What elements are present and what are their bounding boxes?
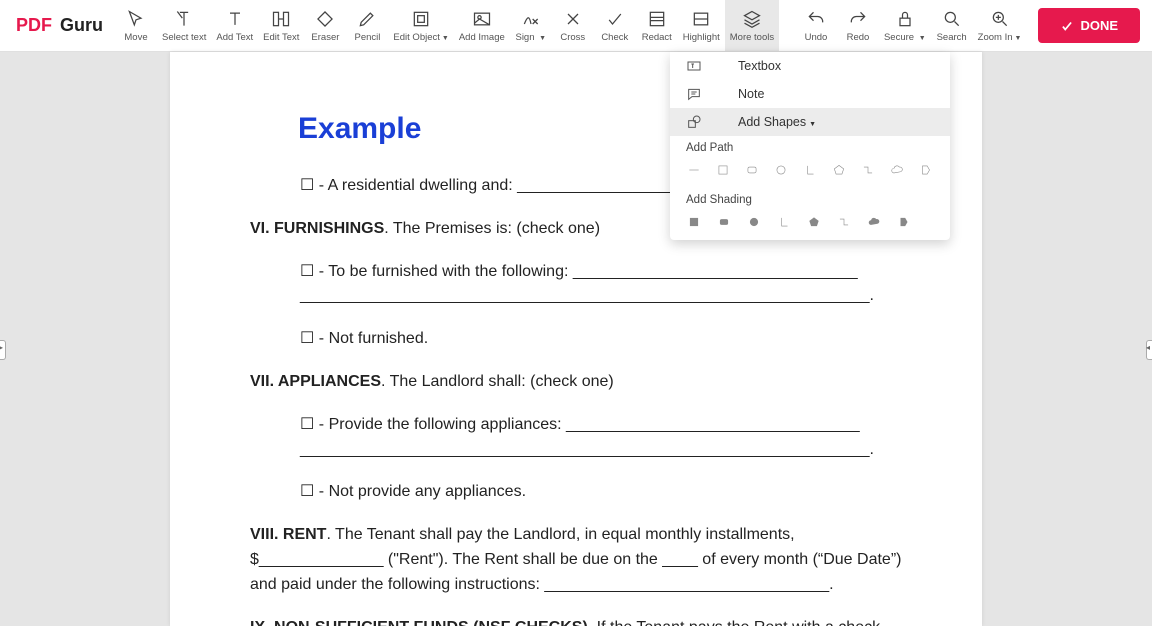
textbox-icon <box>686 58 704 74</box>
layers-icon <box>742 8 762 30</box>
pencil-tool[interactable]: Pencil <box>346 0 388 51</box>
shape-circle[interactable] <box>773 162 788 178</box>
shape-line[interactable] <box>686 162 701 178</box>
shape-zigzag[interactable] <box>861 162 876 178</box>
more-tools-tool[interactable]: More tools <box>725 0 779 51</box>
path-shapes-row <box>670 158 950 188</box>
zoom-tool[interactable]: Zoom In▼ <box>973 0 1027 51</box>
zoom-in-icon <box>990 8 1010 30</box>
doc-line: ☐ - Not furnished. <box>250 327 902 352</box>
logo-text-pdf: PDF <box>16 15 52 36</box>
shade-pentagon[interactable] <box>806 214 822 230</box>
toolbar-right: Undo Redo Secure ▼ Search Zoom In▼ <box>795 0 1026 51</box>
add-text-tool[interactable]: Add Text <box>211 0 258 51</box>
text-icon <box>225 8 245 30</box>
doc-line: ☐ - Provide the following appliances: __… <box>250 413 902 463</box>
highlight-tool[interactable]: Highlight <box>678 0 725 51</box>
edit-object-tool[interactable]: Edit Object▼ <box>388 0 453 51</box>
redact-tool[interactable]: Redact <box>636 0 678 51</box>
text-cursor-icon <box>174 8 194 30</box>
pencil-icon <box>357 8 377 30</box>
shade-square[interactable] <box>686 214 702 230</box>
check-icon <box>605 8 625 30</box>
check-icon <box>1060 19 1074 33</box>
dropdown-textbox[interactable]: Textbox <box>670 52 950 80</box>
app-logo[interactable]: PDF Guru <box>0 0 115 51</box>
image-icon <box>472 8 492 30</box>
edit-text-icon <box>271 8 291 30</box>
shape-square[interactable] <box>715 162 730 178</box>
shade-zigzag[interactable] <box>836 214 852 230</box>
undo-tool[interactable]: Undo <box>795 0 837 51</box>
undo-icon <box>806 8 826 30</box>
right-panel-toggle[interactable]: ◂ <box>1146 340 1152 360</box>
add-image-tool[interactable]: Add Image <box>454 0 510 51</box>
doc-line: ☐ - To be furnished with the following: … <box>250 260 902 310</box>
dropdown-section-add-shading: Add Shading <box>670 188 950 210</box>
shape-pentagon[interactable] <box>832 162 847 178</box>
secure-tool[interactable]: Secure ▼ <box>879 0 931 51</box>
select-text-tool[interactable]: Select text <box>157 0 211 51</box>
cross-tool[interactable]: Cross <box>552 0 594 51</box>
dropdown-section-add-path: Add Path <box>670 136 950 158</box>
shade-polygon[interactable] <box>896 214 912 230</box>
search-tool[interactable]: Search <box>931 0 973 51</box>
search-icon <box>942 8 962 30</box>
highlight-icon <box>691 8 711 30</box>
redo-icon <box>848 8 868 30</box>
cursor-icon <box>126 8 146 30</box>
redo-tool[interactable]: Redo <box>837 0 879 51</box>
shape-rounded-rect[interactable] <box>744 162 759 178</box>
eraser-tool[interactable]: Eraser <box>304 0 346 51</box>
doc-line: VIII. RENT. The Tenant shall pay the Lan… <box>250 523 902 597</box>
edit-text-tool[interactable]: Edit Text <box>258 0 304 51</box>
check-tool[interactable]: Check <box>594 0 636 51</box>
shade-rounded[interactable] <box>716 214 732 230</box>
shading-shapes-row <box>670 210 950 240</box>
object-icon <box>411 8 431 30</box>
shape-polygon[interactable] <box>919 162 934 178</box>
shade-cloud[interactable] <box>866 214 882 230</box>
redact-icon <box>647 8 667 30</box>
sign-icon <box>521 8 541 30</box>
chevron-right-icon: ▸ <box>0 343 3 352</box>
done-button[interactable]: DONE <box>1038 8 1140 43</box>
shapes-icon <box>686 114 704 130</box>
dropdown-note[interactable]: Note <box>670 80 950 108</box>
doc-line: IX. NON-SUFFICIENT FUNDS (NSF CHECKS). I… <box>250 616 902 626</box>
note-icon <box>686 86 704 102</box>
doc-line: VII. APPLIANCES. The Landlord shall: (ch… <box>250 370 902 395</box>
move-tool[interactable]: Move <box>115 0 157 51</box>
shape-cloud[interactable] <box>890 162 905 178</box>
cross-icon <box>563 8 583 30</box>
dropdown-add-shapes[interactable]: Add Shapes▼ <box>670 108 950 136</box>
eraser-icon <box>315 8 335 30</box>
shape-l-bracket[interactable] <box>802 162 817 178</box>
lock-icon <box>895 8 915 30</box>
left-panel-toggle[interactable]: ▸ <box>0 340 6 360</box>
shade-circle[interactable] <box>746 214 762 230</box>
logo-text-guru: Guru <box>60 15 103 36</box>
chevron-left-icon: ◂ <box>1146 343 1150 352</box>
doc-line: ☐ - Not provide any appliances. <box>250 480 902 505</box>
toolbar-left: Move Select text Add Text Edit Text Eras… <box>115 0 779 51</box>
more-tools-dropdown: Textbox Note Add Shapes▼ Add Path Add Sh… <box>670 52 950 240</box>
sign-tool[interactable]: Sign ▼ <box>510 0 552 51</box>
shade-l[interactable] <box>776 214 792 230</box>
